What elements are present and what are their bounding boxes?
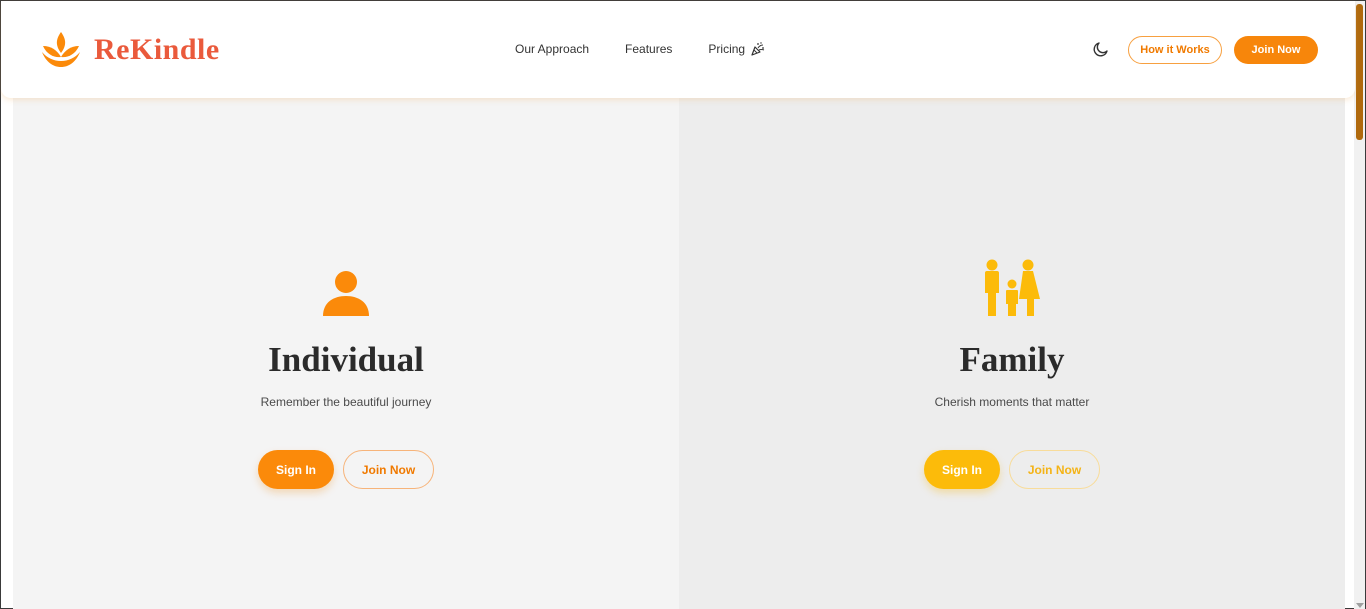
family-panel-content: Family Cherish moments that matter Sign … (679, 259, 1345, 489)
brand-logo[interactable]: ReKindle (41, 31, 220, 69)
site-header: ReKindle Our Approach Features Pricing H… (1, 1, 1355, 98)
moon-icon[interactable] (1092, 41, 1109, 58)
individual-actions: Sign In Join Now (258, 450, 434, 489)
family-title: Family (959, 340, 1065, 379)
individual-join-now-button[interactable]: Join Now (343, 450, 434, 489)
family-actions: Sign In Join Now (924, 450, 1100, 489)
flame-leaf-icon (42, 32, 80, 67)
brand-name: ReKindle (94, 33, 220, 66)
nav-item-pricing[interactable]: Pricing (708, 42, 765, 56)
family-sign-in-button[interactable]: Sign In (924, 450, 1000, 489)
individual-sign-in-button[interactable]: Sign In (258, 450, 334, 489)
page-scrollbar[interactable] (1354, 1, 1365, 609)
how-it-works-button[interactable]: How it Works (1128, 36, 1222, 64)
nav-item-label: Our Approach (515, 42, 590, 56)
nav-item-label: Features (625, 42, 673, 56)
individual-title: Individual (268, 340, 424, 379)
family-icon (982, 259, 1042, 317)
join-now-button[interactable]: Join Now (1234, 36, 1318, 64)
nav-item-label: Pricing (708, 42, 746, 56)
nav-item-our-approach[interactable]: Our Approach (515, 42, 589, 56)
party-popper-icon (751, 42, 765, 56)
person-icon (322, 259, 370, 317)
family-subtitle: Cherish moments that matter (934, 395, 1090, 409)
nav-item-features[interactable]: Features (625, 42, 672, 56)
scroll-down-arrow-icon[interactable] (1356, 603, 1364, 608)
main-nav: Our Approach Features Pricing (515, 42, 765, 56)
individual-panel-content: Individual Remember the beautiful journe… (13, 259, 679, 489)
family-join-now-button[interactable]: Join Now (1009, 450, 1100, 489)
scrollbar-thumb[interactable] (1356, 4, 1363, 140)
individual-subtitle: Remember the beautiful journey (260, 395, 432, 409)
